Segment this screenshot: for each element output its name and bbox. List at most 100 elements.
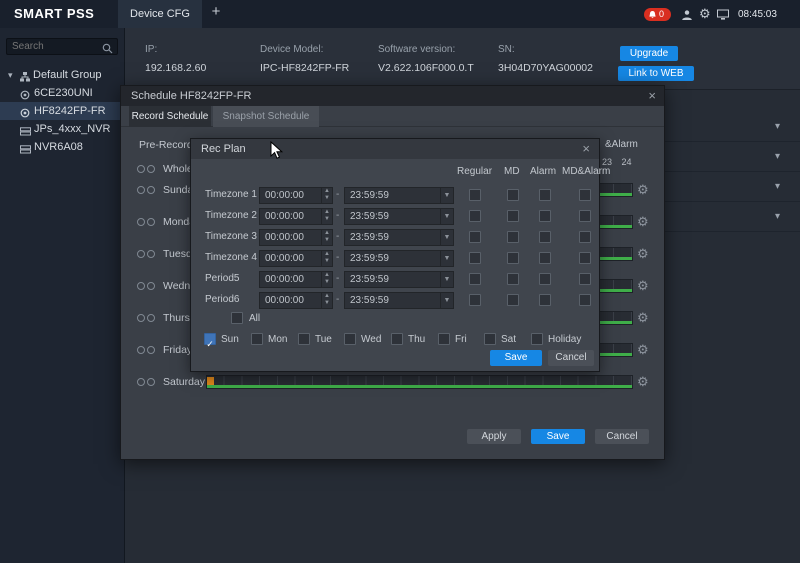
record-toggle-icon[interactable] <box>137 282 145 290</box>
save-button[interactable]: Save <box>490 350 542 366</box>
start-time-input[interactable]: 00:00:00▲▼ <box>259 208 333 225</box>
alarm-badge[interactable]: 0 <box>644 8 671 21</box>
tab-snapshot-schedule[interactable]: Snapshot Schedule <box>213 106 319 127</box>
time-spinner[interactable]: ▲▼ <box>321 209 332 224</box>
record-toggle-icon[interactable] <box>137 378 145 386</box>
record-toggle-icon[interactable] <box>137 186 145 194</box>
gear-icon[interactable]: ⚙ <box>637 246 649 262</box>
md-alarm-checkbox[interactable] <box>579 273 591 285</box>
alarm-checkbox[interactable] <box>539 231 551 243</box>
record-toggle-icon[interactable] <box>137 346 145 354</box>
record-toggle-icon[interactable] <box>147 186 155 194</box>
cancel-button[interactable]: Cancel <box>548 350 594 366</box>
regular-checkbox[interactable] <box>469 189 481 201</box>
md-checkbox[interactable] <box>507 189 519 201</box>
search-box[interactable] <box>6 38 118 55</box>
end-time-input[interactable]: 23:59:59▼ <box>344 187 454 204</box>
time-dropdown[interactable]: ▼ <box>440 251 453 266</box>
record-toggle-icon[interactable] <box>137 314 145 322</box>
search-input[interactable] <box>12 39 100 54</box>
gear-icon[interactable]: ⚙ <box>637 342 649 358</box>
md-alarm-checkbox[interactable] <box>579 252 591 264</box>
new-tab-button[interactable]: + <box>208 3 224 20</box>
time-dropdown[interactable]: ▼ <box>440 209 453 224</box>
alarm-checkbox[interactable] <box>539 189 551 201</box>
user-icon[interactable] <box>681 8 693 26</box>
tree-expand-icon[interactable]: ▾ <box>8 66 13 84</box>
timeline-bar[interactable] <box>206 375 633 389</box>
search-icon[interactable] <box>102 41 113 59</box>
record-toggle-icon[interactable] <box>137 250 145 258</box>
end-time-input[interactable]: 23:59:59▼ <box>344 229 454 246</box>
upgrade-button[interactable]: Upgrade <box>620 46 678 61</box>
md-checkbox[interactable] <box>507 294 519 306</box>
sidebar-item-hf8242fp-fr[interactable]: HF8242FP-FR <box>0 102 125 120</box>
chevron-down-icon[interactable]: ▾ <box>775 151 780 162</box>
apply-button[interactable]: Apply <box>467 429 521 444</box>
gear-icon[interactable]: ⚙ <box>637 278 649 294</box>
day-checkbox[interactable] <box>391 333 403 345</box>
regular-checkbox[interactable] <box>469 273 481 285</box>
link-to-web-button[interactable]: Link to WEB <box>618 66 694 81</box>
md-alarm-checkbox[interactable] <box>579 210 591 222</box>
tab-record-schedule[interactable]: Record Schedule <box>129 106 211 127</box>
alarm-checkbox[interactable] <box>539 210 551 222</box>
alarm-checkbox[interactable] <box>539 273 551 285</box>
start-time-input[interactable]: 00:00:00▲▼ <box>259 292 333 309</box>
day-checkbox[interactable] <box>531 333 543 345</box>
start-time-input[interactable]: 00:00:00▲▼ <box>259 271 333 288</box>
day-checkbox[interactable] <box>251 333 263 345</box>
close-icon[interactable]: × <box>648 86 656 106</box>
day-checkbox[interactable] <box>484 333 496 345</box>
sidebar-item-nvr6a08[interactable]: NVR6A08 <box>0 138 125 156</box>
regular-checkbox[interactable] <box>469 231 481 243</box>
day-checkbox[interactable] <box>438 333 450 345</box>
day-checkbox[interactable]: ✓ <box>204 333 216 345</box>
record-toggle-icon[interactable] <box>147 314 155 322</box>
time-spinner[interactable]: ▲▼ <box>321 272 332 287</box>
alarm-checkbox[interactable] <box>539 294 551 306</box>
end-time-input[interactable]: 23:59:59▼ <box>344 250 454 267</box>
time-dropdown[interactable]: ▼ <box>440 188 453 203</box>
end-time-input[interactable]: 23:59:59▼ <box>344 208 454 225</box>
regular-checkbox[interactable] <box>469 210 481 222</box>
record-toggle-icon[interactable] <box>137 165 145 173</box>
start-time-input[interactable]: 00:00:00▲▼ <box>259 187 333 204</box>
time-spinner[interactable]: ▲▼ <box>321 230 332 245</box>
settings-gear-icon[interactable]: ⚙ <box>699 6 711 22</box>
end-time-input[interactable]: 23:59:59▼ <box>344 292 454 309</box>
day-checkbox[interactable] <box>298 333 310 345</box>
tree-group-default[interactable]: ▾ Default Group <box>0 66 125 84</box>
time-dropdown[interactable]: ▼ <box>440 272 453 287</box>
day-checkbox[interactable] <box>344 333 356 345</box>
start-time-input[interactable]: 00:00:00▲▼ <box>259 229 333 246</box>
chevron-down-icon[interactable]: ▾ <box>775 121 780 132</box>
md-alarm-checkbox[interactable] <box>579 294 591 306</box>
md-checkbox[interactable] <box>507 252 519 264</box>
monitor-icon[interactable] <box>717 8 729 26</box>
record-toggle-icon[interactable] <box>137 218 145 226</box>
time-spinner[interactable]: ▲▼ <box>321 251 332 266</box>
gear-icon[interactable]: ⚙ <box>637 214 649 230</box>
save-button[interactable]: Save <box>531 429 585 444</box>
cancel-button[interactable]: Cancel <box>595 429 649 444</box>
sidebar-item-jps-4xxx-nvr[interactable]: JPs_4xxx_NVR <box>0 120 125 138</box>
chevron-down-icon[interactable]: ▾ <box>775 181 780 192</box>
gear-icon[interactable]: ⚙ <box>637 310 649 326</box>
record-toggle-icon[interactable] <box>147 250 155 258</box>
gear-icon[interactable]: ⚙ <box>637 374 649 390</box>
regular-checkbox[interactable] <box>469 294 481 306</box>
end-time-input[interactable]: 23:59:59▼ <box>344 271 454 288</box>
record-toggle-icon[interactable] <box>147 378 155 386</box>
sidebar-item-6ce230uni[interactable]: 6CE230UNI <box>0 84 125 102</box>
record-toggle-icon[interactable] <box>147 282 155 290</box>
record-toggle-icon[interactable] <box>147 346 155 354</box>
start-time-input[interactable]: 00:00:00▲▼ <box>259 250 333 267</box>
time-spinner[interactable]: ▲▼ <box>321 293 332 308</box>
time-dropdown[interactable]: ▼ <box>440 293 453 308</box>
time-dropdown[interactable]: ▼ <box>440 230 453 245</box>
md-checkbox[interactable] <box>507 210 519 222</box>
all-checkbox[interactable] <box>231 312 243 324</box>
md-alarm-checkbox[interactable] <box>579 189 591 201</box>
md-checkbox[interactable] <box>507 273 519 285</box>
